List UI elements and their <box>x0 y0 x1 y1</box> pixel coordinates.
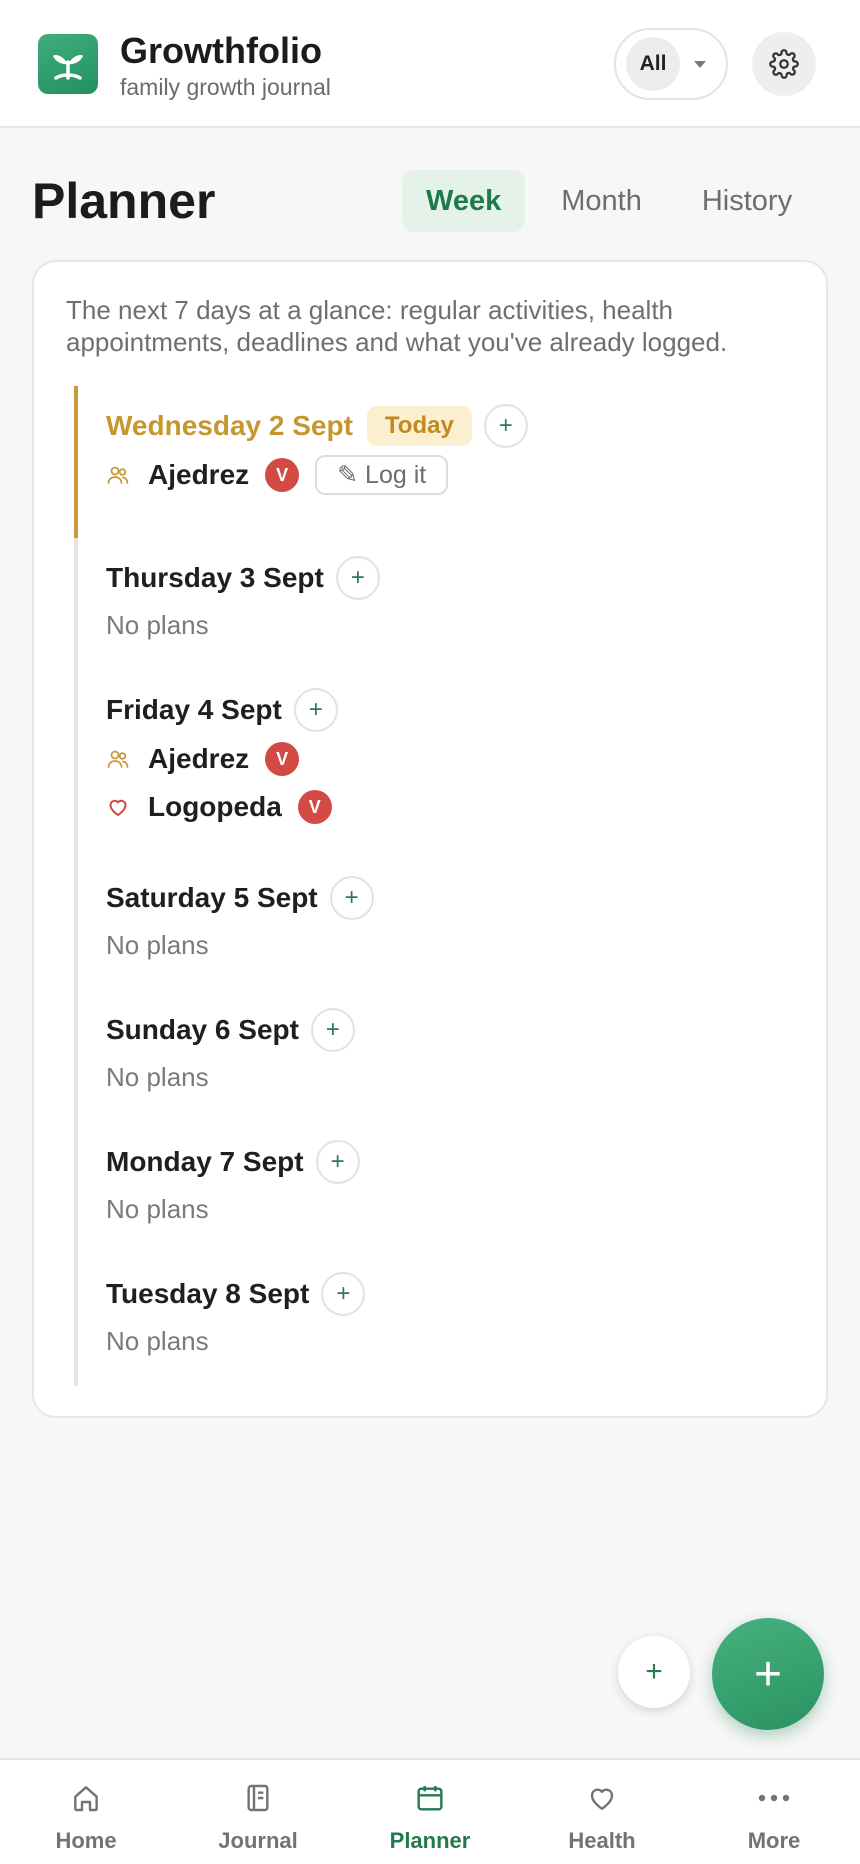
no-plans-text: No plans <box>106 610 209 640</box>
add-plan-button[interactable]: + <box>321 1272 366 1316</box>
plan-item-name: Logopeda <box>148 791 282 822</box>
add-plan-button[interactable]: + <box>483 404 528 448</box>
week-planner-card: The next 7 days at a glance: regular act… <box>32 260 828 1418</box>
nav-label: More <box>747 1828 801 1853</box>
plus-icon: + <box>645 1655 663 1688</box>
quick-add-button[interactable]: + <box>618 1636 690 1708</box>
day-label: Thursday 3 Sept <box>106 562 324 593</box>
day-friday: Friday 4 Sept + Ajedrez V Logopeda V <box>106 688 338 830</box>
heart-icon <box>106 795 130 819</box>
day-label: Saturday 5 Sept <box>106 882 318 913</box>
add-plan-button[interactable]: + <box>293 688 338 732</box>
day-monday: Monday 7 Sept + No plans <box>106 1140 360 1225</box>
add-plan-button[interactable]: + <box>329 876 374 920</box>
heart-icon <box>586 1780 618 1816</box>
day-sunday: Sunday 6 Sept + No plans <box>106 1008 355 1093</box>
plus-icon: + <box>753 1647 783 1701</box>
more-icon <box>754 1780 794 1816</box>
child-avatar: V <box>265 742 300 776</box>
app-title: Growthfolio <box>120 30 322 71</box>
day-label: Friday 4 Sept <box>106 694 282 725</box>
day-saturday: Saturday 5 Sept + No plans <box>106 876 374 961</box>
tab-history[interactable]: History <box>678 170 816 232</box>
nav-label: Journal <box>218 1828 298 1853</box>
app-header: Growthfolio family growth journal All <box>0 0 860 128</box>
add-entry-fab[interactable]: + <box>712 1618 824 1730</box>
log-it-button[interactable]: ✎ Log it <box>315 455 449 495</box>
plan-item[interactable]: Logopeda V <box>106 784 338 830</box>
child-filter-dropdown[interactable]: All <box>614 28 728 100</box>
child-filter-value: All <box>626 37 680 91</box>
day-wednesday: Wednesday 2 Sept Today + Ajedrez V ✎ Log… <box>106 404 528 498</box>
tab-week[interactable]: Week <box>402 170 526 232</box>
gear-icon <box>769 49 799 79</box>
day-thursday: Thursday 3 Sept + No plans <box>106 556 380 641</box>
today-badge: Today <box>366 406 472 446</box>
people-icon <box>106 747 130 771</box>
chevron-down-icon <box>694 60 706 68</box>
child-avatar: V <box>265 458 300 492</box>
view-tabs: Week Month History <box>402 170 828 232</box>
child-avatar: V <box>297 790 332 824</box>
nav-label: Planner <box>389 1828 471 1853</box>
no-plans-text: No plans <box>106 1326 209 1356</box>
plan-item-name: Ajedrez <box>148 459 250 490</box>
home-icon <box>70 1780 102 1816</box>
people-icon <box>106 463 130 487</box>
day-label: Tuesday 8 Sept <box>106 1278 310 1309</box>
nav-label: Home <box>55 1828 117 1853</box>
nav-more[interactable]: More <box>688 1760 860 1864</box>
sprout-icon <box>53 54 83 80</box>
bottom-nav: Home Journal Planner Health More <box>0 1758 860 1864</box>
planner-intro: The next 7 days at a glance: regular act… <box>66 295 728 357</box>
no-plans-text: No plans <box>106 1062 209 1092</box>
nav-label: Health <box>568 1828 636 1853</box>
nav-planner[interactable]: Planner <box>344 1760 516 1864</box>
nav-health[interactable]: Health <box>516 1760 688 1864</box>
plan-item[interactable]: Ajedrez V <box>106 736 338 782</box>
no-plans-text: No plans <box>106 1194 209 1224</box>
day-tuesday: Tuesday 8 Sept + No plans <box>106 1272 366 1357</box>
journal-icon <box>242 1780 274 1816</box>
app-tagline: family growth journal <box>120 74 331 100</box>
day-label: Sunday 6 Sept <box>106 1014 299 1045</box>
no-plans-text: No plans <box>106 930 209 960</box>
app-logo <box>38 34 98 94</box>
page-title: Planner <box>32 173 216 229</box>
day-label: Wednesday 2 Sept <box>106 410 353 441</box>
add-plan-button[interactable]: + <box>310 1008 355 1052</box>
plan-item[interactable]: Ajedrez V ✎ Log it <box>106 452 528 498</box>
day-label: Monday 7 Sept <box>106 1146 304 1177</box>
calendar-icon <box>414 1780 446 1816</box>
nav-journal[interactable]: Journal <box>172 1760 344 1864</box>
add-plan-button[interactable]: + <box>335 556 380 600</box>
plan-item-name: Ajedrez <box>148 743 250 774</box>
today-marker <box>74 386 78 538</box>
add-plan-button[interactable]: + <box>315 1140 360 1184</box>
settings-button[interactable] <box>752 32 816 96</box>
nav-home[interactable]: Home <box>0 1760 172 1864</box>
tab-month[interactable]: Month <box>537 170 666 232</box>
